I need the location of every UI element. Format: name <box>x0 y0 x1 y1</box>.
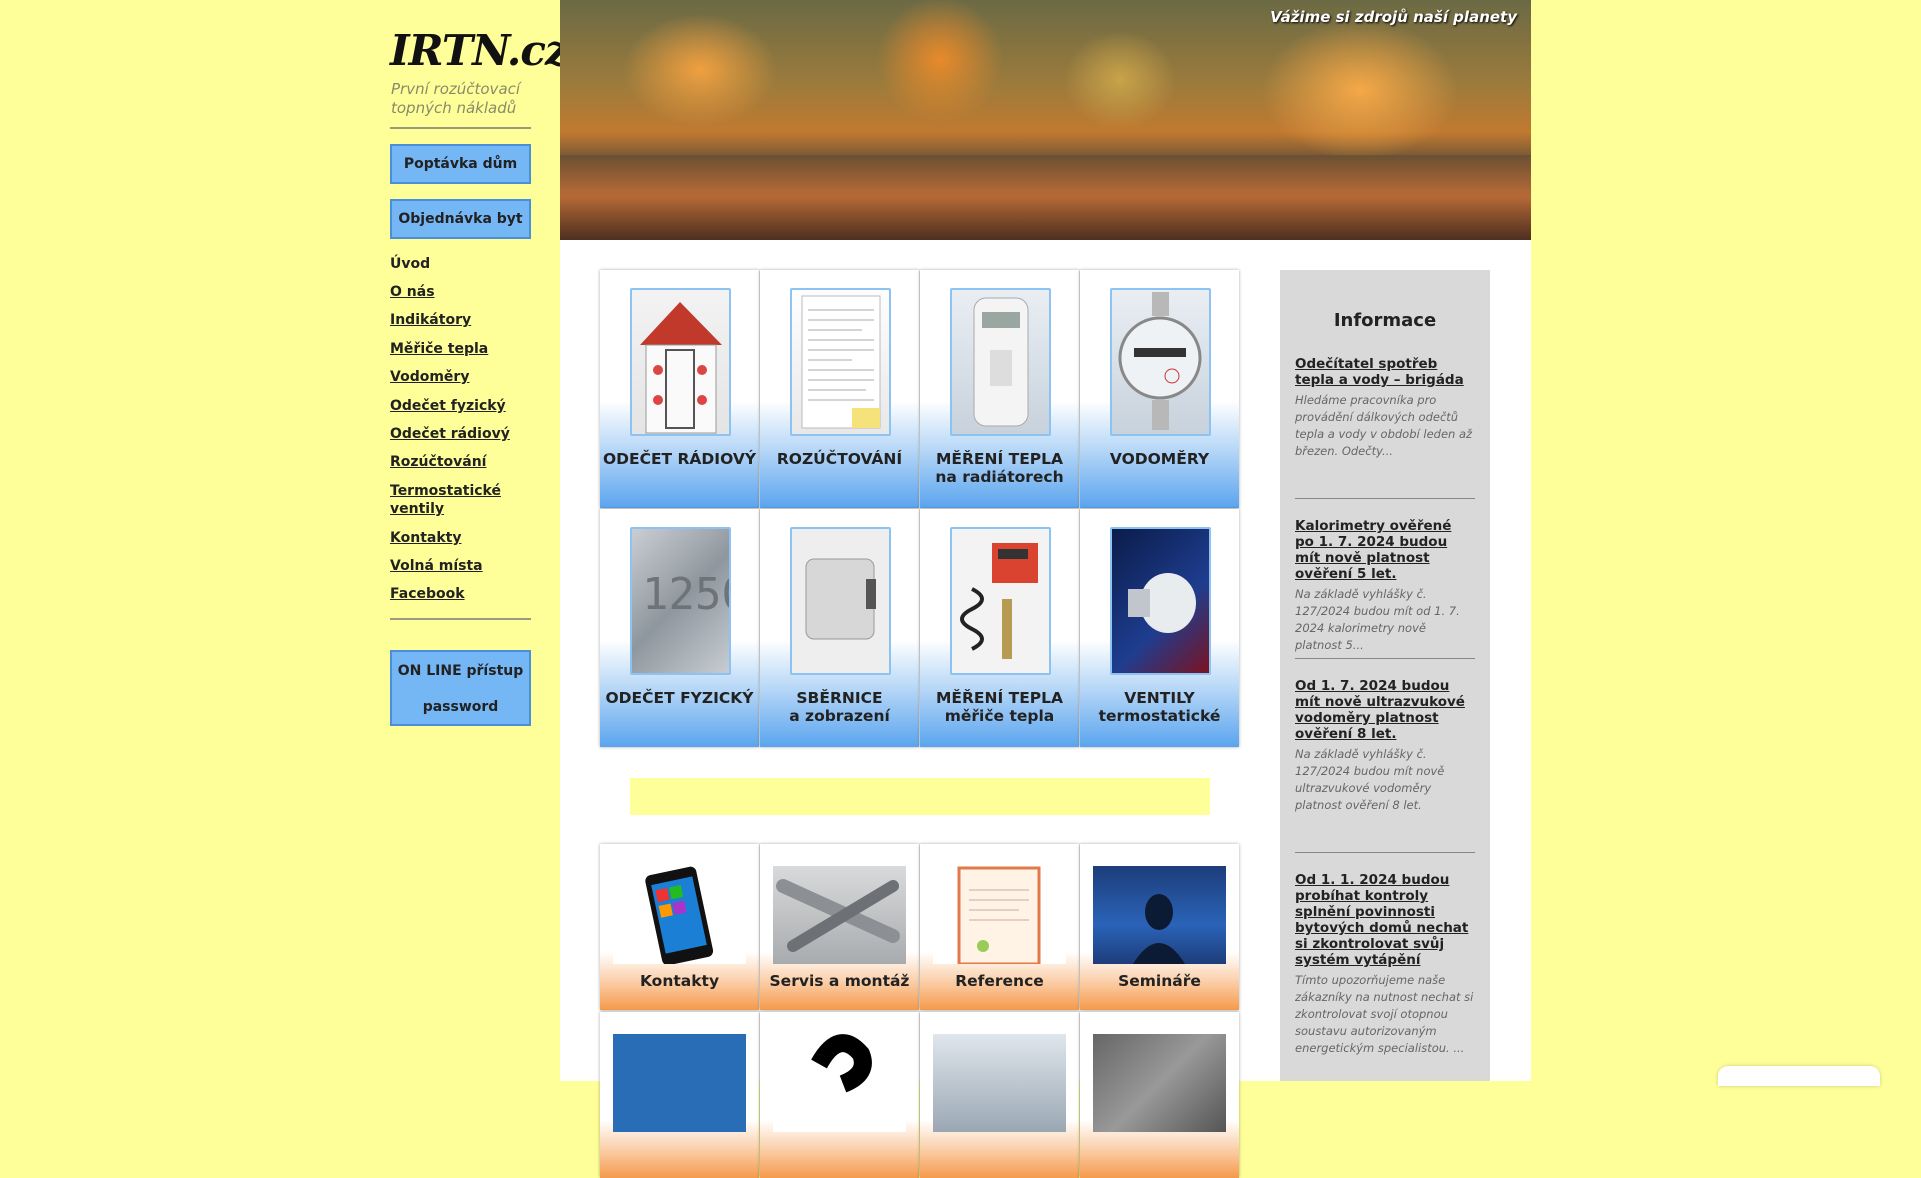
tile-label: Kontakty <box>639 972 720 990</box>
sidebar-divider <box>390 618 531 620</box>
tile-mereni-tepla-radiatory[interactable]: MĚŘENÍ TEPLA na radiátorech <box>920 270 1079 508</box>
tile-counter[interactable] <box>920 1012 1079 1178</box>
nav-vodomery[interactable]: Vodoměry <box>390 368 531 386</box>
yellow-banner-strip <box>630 778 1210 815</box>
tile-vodomery[interactable]: VODOMĚRY <box>1080 270 1239 508</box>
tile-label-line2: termostatické <box>1098 707 1221 725</box>
nav-odecet-fyzicky[interactable]: Odečet fyzický <box>390 397 531 415</box>
floating-widget[interactable] <box>1718 1066 1880 1086</box>
news-item: Od 1. 7. 2024 budou mít nově ultrazvukov… <box>1295 678 1475 814</box>
tile-mereni-tepla-merice[interactable]: MĚŘENÍ TEPLA měřiče tepla <box>920 509 1079 747</box>
tile-seminare[interactable]: Semináře <box>1080 844 1239 1010</box>
tile-label-line1: SBĚRNICE <box>796 689 883 707</box>
tile-rozuctovani[interactable]: ROZÚČTOVÁNÍ <box>760 270 919 508</box>
tile-sbernice[interactable]: SBĚRNICE a zobrazení <box>760 509 919 747</box>
news-item: Kalorimetry ověřené po 1. 7. 2024 budou … <box>1295 518 1475 654</box>
wrench-icon <box>773 866 906 964</box>
nav-odecet-radiovy[interactable]: Odečet rádiový <box>390 425 531 443</box>
news-excerpt: Hledáme pracovníka pro provádění dálkový… <box>1295 393 1473 458</box>
tile-question[interactable] <box>760 1012 919 1178</box>
nav-kontakty[interactable]: Kontakty <box>390 529 531 547</box>
news-divider <box>1295 658 1475 659</box>
news-title[interactable]: Od 1. 1. 2024 budou probíhat kontroly sp… <box>1295 872 1475 968</box>
site-logo[interactable]: IRTN.cz <box>390 26 569 75</box>
tile-servis-montaz[interactable]: Servis a montáž <box>760 844 919 1010</box>
heat-cost-allocator-icon <box>950 288 1051 436</box>
bus-device-icon <box>790 527 891 675</box>
news-excerpt: Tímto upozorňujeme naše zákazníky na nut… <box>1295 973 1474 1055</box>
nav-uvod[interactable]: Úvod <box>390 255 531 273</box>
hero-banner: Vážime si zdrojů naší planety <box>560 0 1531 240</box>
online-access-label: ON LINE přístup <box>397 663 524 679</box>
sidebar-divider <box>390 127 531 129</box>
news-title[interactable]: Odečítatel spotřeb tepla a vody – brigád… <box>1295 356 1475 388</box>
news-title[interactable]: Od 1. 7. 2024 budou mít nově ultrazvukov… <box>1295 678 1475 742</box>
button-label: Poptávka dům <box>403 156 518 172</box>
tile-label-line1: MĚŘENÍ TEPLA <box>935 450 1064 468</box>
tile-label-line2: a zobrazení <box>789 707 890 725</box>
tile-label: SBĚRNICE a zobrazení <box>760 689 919 725</box>
tile-label: VENTILY termostatické <box>1080 689 1239 725</box>
tile-ventily[interactable]: VENTILY termostatické <box>1080 509 1239 747</box>
tile-kontakty[interactable]: Kontakty <box>600 844 759 1010</box>
water-meter-icon <box>1110 288 1211 436</box>
phone-icon <box>613 866 746 966</box>
nav-rozuctovani[interactable]: Rozúčtování <box>390 453 531 471</box>
display-closeup-icon: 1250 <box>630 527 748 675</box>
news-excerpt: Na základě vyhlášky č. 127/2024 budou mí… <box>1295 587 1460 652</box>
objednavka-byt-button[interactable]: Objednávka byt <box>390 199 531 239</box>
online-access-button[interactable]: ON LINE přístup password <box>390 650 531 726</box>
display-icon <box>1093 1034 1226 1132</box>
tile-reference[interactable]: Reference <box>920 844 1079 1010</box>
info-panel: Informace Odečítatel spotřeb tepla a vod… <box>1280 270 1490 1081</box>
tile-label: Servis a montáž <box>769 972 910 990</box>
document-icon <box>790 288 891 436</box>
certificate-icon <box>933 866 1066 966</box>
password-label: password <box>422 699 499 715</box>
tile-label: MĚŘENÍ TEPLA na radiátorech <box>920 450 1079 486</box>
nav-indikatory[interactable]: Indikátory <box>390 311 531 329</box>
news-item: Od 1. 1. 2024 budou probíhat kontroly sp… <box>1295 872 1475 1057</box>
tile-label: MĚŘENÍ TEPLA měřiče tepla <box>920 689 1079 725</box>
tile-label-line2: měřiče tepla <box>944 707 1055 725</box>
poptavka-dum-button[interactable]: Poptávka dům <box>390 144 531 184</box>
tile-odecet-fyzicky[interactable]: 1250 ODEČET FYZICKÝ <box>600 509 759 747</box>
thermostat-valve-icon <box>1110 527 1211 675</box>
nav-o-nas[interactable]: O nás <box>390 283 531 301</box>
info-title: Informace <box>1333 310 1437 331</box>
logo-subtitle: První rozúčtovací topných nákladů <box>391 80 521 117</box>
counter-display-icon <box>933 1034 1066 1132</box>
house-radio-icon <box>630 288 731 436</box>
news-title[interactable]: Kalorimetry ověřené po 1. 7. 2024 budou … <box>1295 518 1475 582</box>
tile-label-line1: MĚŘENÍ TEPLA <box>935 689 1064 707</box>
tile-label: ROZÚČTOVÁNÍ <box>776 450 903 468</box>
news-excerpt: Na základě vyhlášky č. 127/2024 budou mí… <box>1295 747 1445 812</box>
tile-label-line2: na radiátorech <box>935 468 1064 486</box>
nav-merice-tepla[interactable]: Měřiče tepla <box>390 340 531 358</box>
nav-volna-mista[interactable]: Volná místa <box>390 557 531 575</box>
tile-cables[interactable] <box>600 1012 759 1178</box>
tile-label-line1: VENTILY <box>1124 689 1195 707</box>
button-label: Objednávka byt <box>398 211 523 227</box>
tile-label: ODEČET RÁDIOVÝ <box>602 450 757 468</box>
nav-termostaticke-ventily[interactable]: Termostatické ventily <box>390 482 510 518</box>
seminar-speaker-icon <box>1093 866 1226 964</box>
svg-text:1250: 1250 <box>642 569 729 620</box>
tile-display[interactable] <box>1080 1012 1239 1178</box>
cables-icon <box>613 1034 746 1132</box>
nav-facebook[interactable]: Facebook <box>390 585 531 603</box>
question-mark-icon <box>773 1034 906 1132</box>
news-divider <box>1295 498 1475 499</box>
news-item: Odečítatel spotřeb tepla a vody – brigád… <box>1295 356 1475 460</box>
hero-water-reflection <box>560 155 1531 240</box>
tile-label: VODOMĚRY <box>1109 450 1210 468</box>
tile-odecet-radiovy[interactable]: ODEČET RÁDIOVÝ <box>600 270 759 508</box>
tile-label: Semináře <box>1118 972 1201 990</box>
heat-meter-icon <box>950 527 1051 675</box>
tile-label: ODEČET FYZICKÝ <box>605 689 754 707</box>
news-divider <box>1295 852 1475 853</box>
tile-label: Reference <box>955 972 1044 990</box>
hero-tagline: Vážime si zdrojů naší planety <box>1270 8 1517 26</box>
